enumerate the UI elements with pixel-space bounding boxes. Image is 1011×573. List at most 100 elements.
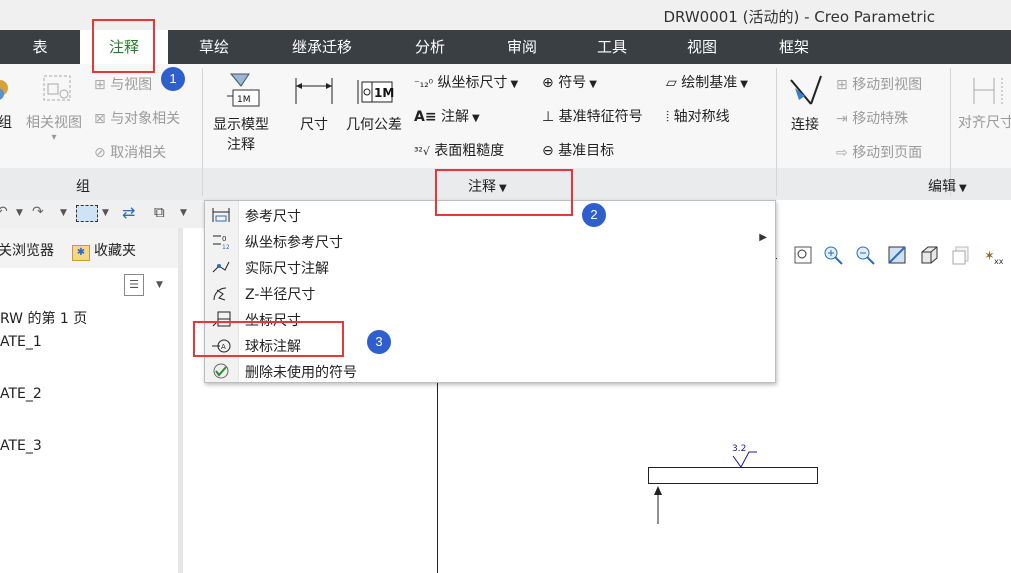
gtol-icon: 1M: [357, 80, 394, 104]
part-rectangle[interactable]: [648, 467, 818, 484]
relate-to-view-button[interactable]: ⊞ 与视图: [94, 74, 152, 94]
tab-favorites[interactable]: ✱ 收藏夹: [72, 240, 136, 261]
quick-access-toolbar: ↶ ▼ ↷ ▼ ▼ ⇄ ⧉ ▼: [0, 200, 204, 228]
tree-settings-icon[interactable]: ☰: [124, 274, 144, 296]
tree-item-sheet[interactable]: RW 的第 1 页: [0, 308, 87, 328]
menu-bar: 表 注释 草绘 继承迁移 分析 审阅 工具 视图 框架: [0, 30, 1011, 64]
relate-view-icon: ⊞: [94, 77, 106, 93]
select-box-icon[interactable]: [76, 205, 98, 222]
note-icon: A≡: [414, 109, 437, 125]
chevron-down-icon[interactable]: ▼: [60, 208, 67, 218]
menu-item-z-radius-dimension[interactable]: Z-半径尺寸: [205, 280, 775, 306]
axis-symmetry-button[interactable]: ⦙ 轴对称线: [666, 106, 730, 126]
window-icon[interactable]: ⧉: [154, 203, 165, 221]
chevron-down-icon[interactable]: ▼: [180, 208, 187, 218]
tab-analysis[interactable]: 分析: [388, 30, 472, 64]
menu-item-delete-unused-symbols[interactable]: 删除未使用的符号: [205, 358, 775, 384]
note-button[interactable]: A≡ 注解 ▼: [414, 106, 480, 126]
related-view-button[interactable]: 相关视图 ▾: [22, 72, 86, 143]
symbol-button[interactable]: ⊕ 符号 ▼: [542, 72, 597, 92]
tab-view[interactable]: 视图: [660, 30, 744, 64]
unrelate-button[interactable]: ⊘ 取消相关: [94, 142, 166, 162]
annotate-group-dropdown[interactable]: 注释 ▼: [468, 176, 507, 196]
symbol-icon: ⊕: [542, 75, 554, 91]
edit-group-dropdown[interactable]: 编辑 ▼: [928, 176, 967, 196]
svg-text:A: A: [221, 343, 226, 351]
zoom-in-icon[interactable]: [822, 244, 846, 268]
repaint-icon[interactable]: [886, 244, 910, 268]
align-dimension-label: 对齐尺寸: [958, 115, 1011, 131]
chevron-down-icon[interactable]: ▼: [102, 208, 109, 218]
refit-icon[interactable]: [792, 244, 816, 268]
regenerate-icon[interactable]: ⇄: [122, 203, 135, 222]
ordinate-dimension-button[interactable]: ⁻₁₂⁰ 纵坐标尺寸 ▼: [414, 72, 518, 92]
svg-text:0: 0: [222, 235, 226, 243]
undo-icon[interactable]: ↶: [0, 204, 8, 220]
chevron-down-icon[interactable]: ▼: [16, 208, 23, 218]
group-button[interactable]: 组: [0, 72, 20, 132]
menu-item-label: 参考尺寸: [245, 209, 301, 225]
chevron-down-icon: ▼: [959, 183, 967, 194]
zoom-out-icon[interactable]: [854, 244, 878, 268]
relate-to-object-button[interactable]: ⊠ 与对象相关: [94, 108, 180, 128]
tab-sketch[interactable]: 草绘: [170, 30, 258, 64]
draw-datum-button[interactable]: ▱ 绘制基准 ▼: [666, 72, 748, 92]
tab-layer-browser[interactable]: 关浏览器: [0, 240, 54, 260]
connect-button[interactable]: 连接: [782, 70, 828, 134]
tab-tools[interactable]: 工具: [570, 30, 654, 64]
related-view-label: 相关视图: [26, 115, 82, 131]
chevron-down-icon: ▼: [472, 113, 480, 124]
surface-finish-icon: ³²√: [414, 145, 430, 158]
tree-item-state2[interactable]: ATE_2: [0, 386, 42, 402]
dimension-button[interactable]: 尺寸: [288, 70, 340, 134]
menu-item-reference-dimension[interactable]: 参考尺寸: [205, 202, 775, 228]
gtol-button[interactable]: 1M 几何公差: [342, 70, 406, 134]
annotate-group-dropdown-menu: 参考尺寸 0 12 纵坐标参考尺寸 ▶ 实际尺寸注解 Z-半径尺寸 坐标尺寸 A …: [204, 200, 776, 383]
datum-feature-symbol-button[interactable]: ⊥ 基准特征符号: [542, 106, 643, 126]
show-model-annotations-button[interactable]: 1M 显示模型 注释: [208, 70, 274, 154]
tab-table[interactable]: 表: [0, 30, 80, 64]
tab-annotate[interactable]: 注释: [80, 30, 168, 64]
menu-item-balloon-note[interactable]: A 球标注解: [205, 332, 775, 358]
tab-frame[interactable]: 框架: [752, 30, 836, 64]
gtol-label: 几何公差: [346, 117, 402, 133]
tab-review[interactable]: 审阅: [480, 30, 564, 64]
chevron-down-icon[interactable]: ▼: [156, 280, 163, 290]
menu-item-ordinate-reference-dimension[interactable]: 0 12 纵坐标参考尺寸 ▶: [205, 228, 775, 254]
symbol-label: 符号: [558, 75, 587, 91]
display-style-icon[interactable]: [918, 244, 942, 268]
menu-item-coordinate-dimension[interactable]: 坐标尺寸: [205, 306, 775, 332]
surface-finish-symbol[interactable]: 3.2: [729, 444, 759, 468]
show-model-annotations-label-1: 显示模型: [213, 117, 269, 133]
redo-icon[interactable]: ↷: [32, 204, 44, 220]
tab-legacy-migration[interactable]: 继承迁移: [270, 30, 374, 64]
chevron-down-icon: ▼: [589, 79, 597, 90]
move-to-page-button[interactable]: ⇨ 移动到页面: [836, 142, 922, 162]
surface-finish-button[interactable]: ³²√ 表面粗糙度: [414, 140, 504, 160]
move-special-icon: ⇥: [836, 111, 848, 127]
view-toolbar: ✶ xx: [786, 244, 1011, 270]
align-dimension-button[interactable]: 对齐尺寸: [956, 72, 1011, 132]
chevron-down-icon: ▼: [499, 183, 507, 194]
relate-object-icon: ⊠: [94, 111, 106, 127]
tree-item-state3[interactable]: ATE_3: [0, 438, 42, 454]
connect-icon: [790, 75, 822, 105]
draw-datum-label: 绘制基准: [681, 75, 738, 91]
ribbon-separator: [776, 68, 777, 196]
axis-symmetry-icon: ⦙: [666, 109, 670, 125]
move-to-view-button[interactable]: ⊞ 移动到视图: [836, 74, 922, 94]
align-dimension-icon: [973, 78, 1003, 104]
datum-target-button[interactable]: ⊖ 基准目标: [542, 140, 614, 160]
edit-group-label: 编辑: [928, 179, 956, 195]
move-special-button[interactable]: ⇥ 移动特殊: [836, 108, 908, 128]
ribbon-separator: [202, 68, 203, 196]
relate-to-object-label: 与对象相关: [110, 111, 181, 127]
tree-item-state1[interactable]: ATE_1: [0, 334, 42, 350]
ordinate-dimension-icon: ⁻₁₂⁰: [414, 77, 434, 90]
datum-display-icon[interactable]: ✶ xx: [982, 244, 1006, 268]
chevron-down-icon: ▼: [510, 79, 519, 90]
saved-views-icon[interactable]: [950, 244, 974, 268]
model-tree-panel: 关浏览器 ✱ 收藏夹 ☰ ▼ RW 的第 1 页 ATE_1 ATE_2 ATE_…: [0, 228, 178, 573]
svg-text:xx: xx: [994, 257, 1004, 266]
menu-item-actual-dimension-note[interactable]: 实际尺寸注解: [205, 254, 775, 280]
